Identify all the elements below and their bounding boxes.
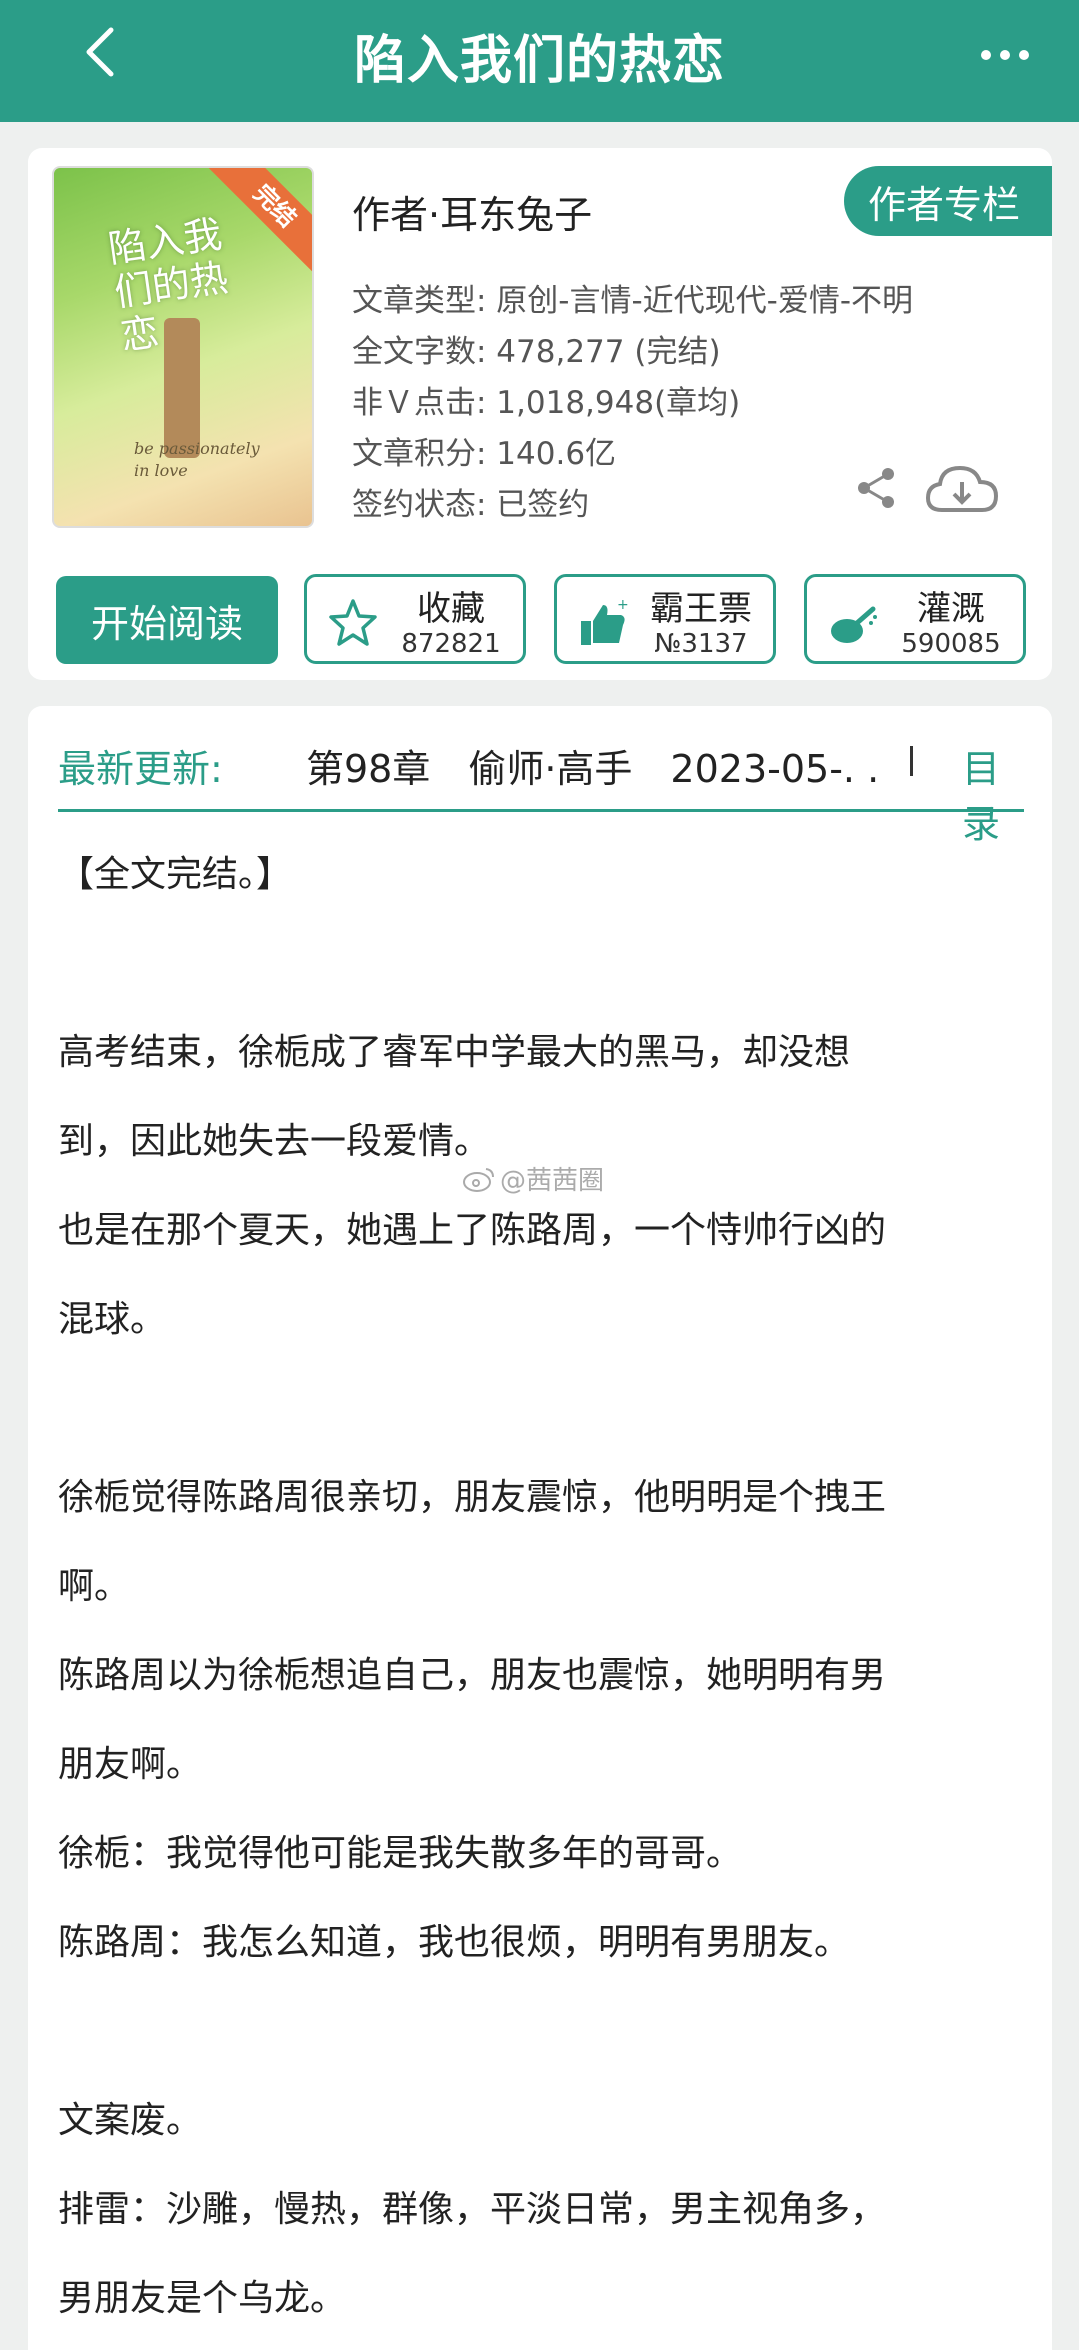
synopsis-text: 【全文完结。】 高考结束，徐栀成了睿军中学最大的黑马，却没想 到，因此她失去一段… bbox=[58, 830, 1038, 2343]
book-meta: 文章类型: 原创-言情-近代现代-爱情-不明 全文字数: 478,277 (完结… bbox=[352, 276, 913, 531]
synopsis-line: 排雷：沙雕，慢热，群像，平淡日常，男主视角多， bbox=[58, 2189, 887, 2230]
divider bbox=[910, 746, 913, 776]
favorite-button[interactable]: 收藏 872821 bbox=[304, 574, 526, 664]
author-column-button[interactable]: 作者专栏 bbox=[844, 166, 1052, 236]
synopsis-blank bbox=[58, 1987, 1038, 2076]
synopsis-line: 【全文完结。】 bbox=[58, 854, 293, 895]
start-reading-button[interactable]: 开始阅读 bbox=[56, 576, 278, 664]
star-icon bbox=[329, 599, 377, 646]
cover-title: 陷入我们的热恋 bbox=[105, 211, 231, 359]
latest-update-label: 最新更新: bbox=[58, 747, 223, 791]
meta-word-count: 全文字数: 478,277 (完结) bbox=[352, 334, 721, 370]
ticket-count: №3137 bbox=[654, 629, 748, 659]
svg-text:+: + bbox=[617, 597, 629, 613]
meta-clicks: 非Ｖ点击: 1,018,948(章均) bbox=[352, 385, 741, 421]
watering-can-icon bbox=[831, 606, 877, 643]
cover-subtitle: be passionately in love bbox=[134, 439, 260, 480]
synopsis-blank bbox=[58, 919, 1038, 1008]
meta-sign-status: 签约状态: 已签约 bbox=[352, 487, 590, 523]
page-title: 陷入我们的热恋 bbox=[353, 31, 725, 91]
more-icon bbox=[981, 50, 1029, 60]
favorite-label: 收藏 bbox=[417, 589, 485, 629]
author-name[interactable]: 作者·耳东兔子 bbox=[352, 184, 592, 239]
weibo-icon bbox=[463, 1167, 494, 1192]
book-info-card: 陷入我们的热恋 be passionately in love 完结 作者·耳东… bbox=[28, 148, 1052, 680]
latest-update-bar: 最新更新: 第98章 偷师·高手 2023-05-. . 目录 bbox=[58, 728, 1024, 846]
synopsis-blank bbox=[58, 1364, 1038, 1453]
ticket-label: 霸王票 bbox=[650, 589, 752, 629]
synopsis-line: 陈路周：我怎么知道，我也很烦，明明有男朋友。 bbox=[58, 1922, 851, 1963]
share-icon[interactable] bbox=[854, 466, 898, 510]
water-count: 590085 bbox=[901, 629, 1001, 659]
synopsis-line: 文案废。 bbox=[58, 2100, 203, 2141]
meta-score: 文章积分: 140.6亿 bbox=[352, 436, 617, 472]
synopsis-line: 啊。 bbox=[58, 1566, 131, 1607]
synopsis-line: 高考结束，徐栀成了睿军中学最大的黑马，却没想 bbox=[58, 1032, 851, 1073]
synopsis-line: 也是在那个夏天，她遇上了陈路周，一个恃帅行凶的 bbox=[58, 1210, 887, 1251]
download-icon[interactable] bbox=[924, 462, 1000, 518]
synopsis-line: 混球。 bbox=[58, 1299, 167, 1340]
book-cover[interactable]: 陷入我们的热恋 be passionately in love 完结 bbox=[52, 166, 314, 528]
favorite-count: 872821 bbox=[401, 629, 501, 659]
synopsis-line: 徐栀：我觉得他可能是我失散多年的哥哥。 bbox=[58, 1833, 743, 1874]
more-button[interactable] bbox=[965, 30, 1045, 80]
top-bar: 陷入我们的热恋 bbox=[0, 0, 1079, 122]
thumbs-up-icon: + bbox=[581, 597, 629, 645]
ticket-button[interactable]: + 霸王票 №3137 bbox=[554, 574, 776, 664]
watermark: @茜茜圈 bbox=[462, 1160, 604, 1197]
synopsis-line: 陈路周以为徐栀想追自己，朋友也震惊，她明明有男 bbox=[58, 1655, 887, 1696]
synopsis-card: 最新更新: 第98章 偷师·高手 2023-05-. . 目录 【全文完结。】 … bbox=[28, 706, 1052, 2350]
latest-chapter-link[interactable]: 第98章 偷师·高手 2023-05-. . bbox=[306, 738, 886, 793]
water-button[interactable]: 灌溉 590085 bbox=[804, 574, 1026, 664]
watermark-text: @茜茜圈 bbox=[500, 1166, 605, 1196]
synopsis-line: 徐栀觉得陈路周很亲切，朋友震惊，他明明是个拽王 bbox=[58, 1477, 887, 1518]
synopsis-line: 男朋友是个乌龙。 bbox=[58, 2278, 347, 2319]
meta-type: 文章类型: 原创-言情-近代现代-爱情-不明 bbox=[352, 283, 914, 319]
water-label: 灌溉 bbox=[917, 589, 985, 629]
synopsis-line: 朋友啊。 bbox=[58, 1744, 203, 1785]
